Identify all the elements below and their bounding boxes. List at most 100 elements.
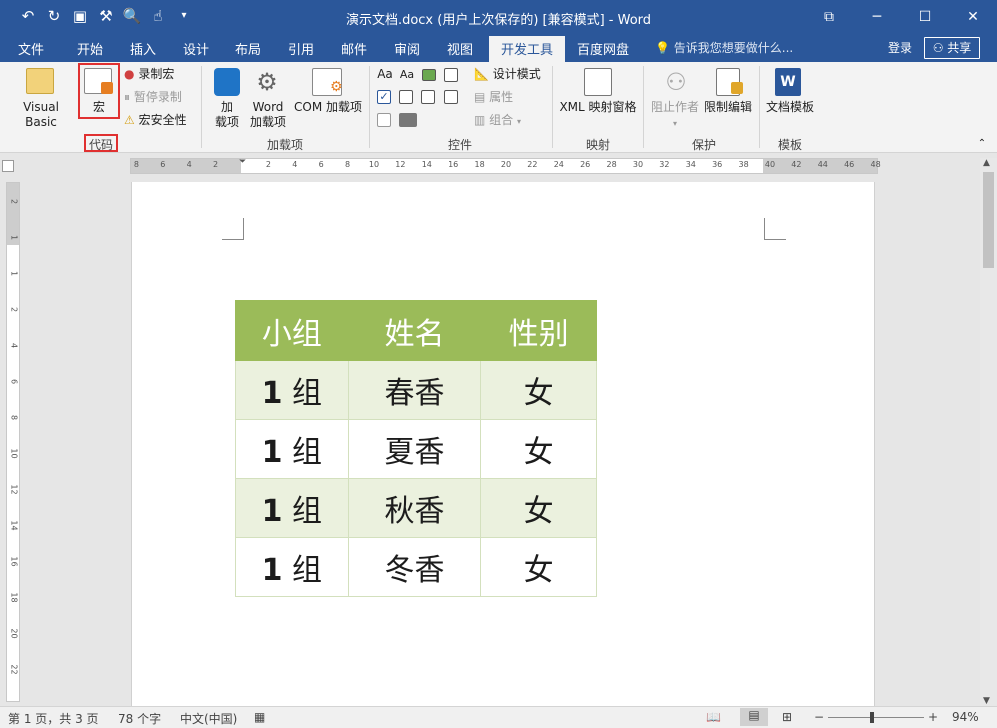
ruler-tick: 32 <box>659 160 670 169</box>
read-mode-icon[interactable]: 📖 <box>706 710 721 724</box>
tab-insert[interactable]: 插入 <box>130 39 156 58</box>
minimize-icon[interactable]: ─ <box>853 0 901 34</box>
ruler-vtick: 1 <box>9 234 19 241</box>
rich-text-control-icon[interactable]: Aa <box>376 67 394 82</box>
share-button[interactable]: ⚇ 共享 <box>924 37 980 59</box>
record-macro-button[interactable]: ● 录制宏 <box>124 67 174 82</box>
table-cell[interactable]: 1 组 <box>235 537 349 597</box>
word-addins-label-2: 加载项 <box>249 115 286 129</box>
word-addins-button[interactable]: Word 加载项 <box>246 100 290 130</box>
table-cell[interactable]: 1 组 <box>235 478 349 538</box>
visual-basic-icon <box>26 68 54 94</box>
maximize-icon[interactable]: ☐ <box>901 0 949 34</box>
scroll-down-icon[interactable]: ▼ <box>983 696 990 706</box>
login-link[interactable]: 登录 <box>888 39 912 56</box>
print-preview-icon[interactable]: 🔍 <box>122 6 142 26</box>
tab-design[interactable]: 设计 <box>183 39 209 58</box>
window-controls: ⧉ ─ ☐ ✕ <box>805 0 997 34</box>
ribbon-display-icon[interactable]: ⧉ <box>805 0 853 34</box>
pause-recording-button[interactable]: ⏸ 暂停录制 <box>124 90 182 105</box>
building-block-control-icon[interactable] <box>444 68 458 82</box>
collapse-ribbon-icon[interactable]: ⌃ <box>975 136 989 151</box>
macro-button[interactable]: 宏 <box>78 100 120 115</box>
repeating-section-icon[interactable] <box>377 113 391 127</box>
group-label-addins: 加载项 <box>266 138 303 152</box>
table-header-cell[interactable]: 姓名 <box>347 300 482 361</box>
undo-icon[interactable]: ↶ <box>18 6 38 26</box>
table-header-cell[interactable]: 小组 <box>235 300 349 361</box>
touch-mode-icon[interactable]: ☝ <box>148 6 168 26</box>
xml-mapping-pane-button[interactable]: XML 映射窗格 <box>558 100 638 115</box>
table-cell[interactable]: 1 组 <box>235 360 349 420</box>
picture-control-icon[interactable] <box>422 69 436 81</box>
group-button[interactable]: ▥ 组合 ▾ <box>474 113 521 129</box>
scroll-up-icon[interactable]: ▲ <box>983 158 990 168</box>
tab-references[interactable]: 引用 <box>288 39 314 58</box>
zoom-in-icon[interactable]: + <box>928 710 938 724</box>
legacy-tools-icon[interactable] <box>399 113 417 127</box>
tab-baidu-netdisk[interactable]: 百度网盘 <box>577 39 629 58</box>
ruler-vtick: 20 <box>9 628 19 639</box>
table-cell[interactable]: 女 <box>480 419 597 479</box>
block-authors-button[interactable]: 阻止作者 ▾ <box>650 100 700 131</box>
macro-security-button[interactable]: ⚠ 宏安全性 <box>124 113 187 128</box>
ruler-tick: 18 <box>474 160 485 169</box>
com-addins-button[interactable]: COM 加载项 <box>292 100 364 115</box>
zoom-slider-thumb[interactable] <box>870 712 874 723</box>
zoom-out-icon[interactable]: − <box>814 710 824 724</box>
table-cell[interactable]: 女 <box>480 360 597 420</box>
macro-recording-icon[interactable]: ▦ <box>254 710 265 724</box>
tab-layout[interactable]: 布局 <box>235 39 261 58</box>
plain-text-control-icon[interactable]: Aa <box>398 67 416 82</box>
tab-developer[interactable]: 开发工具 <box>489 36 566 62</box>
ruler-tick: 14 <box>421 160 432 169</box>
tab-file[interactable]: 文件 <box>18 39 44 58</box>
horizontal-ruler[interactable]: 8 6 4 2 2 4 6 8 10 12 14 16 18 20 22 24 26 28 30 32 34 36 38 40… <box>130 157 881 174</box>
tab-view[interactable]: 视图 <box>447 39 473 58</box>
word-count[interactable]: 78 个字 <box>118 710 161 727</box>
customize-icon[interactable]: ▾ <box>174 6 194 26</box>
restrict-editing-button[interactable]: 限制编辑 <box>702 100 754 115</box>
group-icon: ▥ <box>474 113 486 127</box>
vertical-scrollbar[interactable]: ▲ ▼ <box>980 158 997 706</box>
tab-review[interactable]: 审阅 <box>394 39 420 58</box>
vertical-ruler[interactable]: 2 1 1 2 4 6 8 10 12 14 16 18 20 22 <box>6 182 20 702</box>
tab-home[interactable]: 开始 <box>77 39 103 58</box>
table-cell[interactable]: 女 <box>480 478 597 538</box>
checkbox-control-icon[interactable]: ✓ <box>377 90 391 104</box>
table-cell[interactable]: 夏香 <box>347 419 482 479</box>
format-painter-icon[interactable]: ⚒ <box>96 6 116 26</box>
table-header-cell[interactable]: 性别 <box>480 300 597 361</box>
zoom-slider[interactable] <box>828 717 924 718</box>
redo-icon[interactable]: ↻ <box>44 6 64 26</box>
properties-button[interactable]: ▤ 属性 <box>474 90 513 105</box>
close-icon[interactable]: ✕ <box>949 0 997 34</box>
crop-mark-right <box>764 218 786 240</box>
document-table[interactable]: 小组 姓名 性别 1 组 春香 女 1 组 夏香 女 1 组 秋香 女 1 组 … <box>235 300 597 597</box>
language-indicator[interactable]: 中文(中国) <box>180 710 237 727</box>
table-cell[interactable]: 秋香 <box>347 478 482 538</box>
table-cell[interactable]: 春香 <box>347 360 482 420</box>
dropdown-list-control-icon[interactable] <box>421 90 435 104</box>
indent-marker-icon[interactable]: ⏷ <box>239 157 246 167</box>
date-picker-control-icon[interactable] <box>444 90 458 104</box>
web-layout-icon[interactable]: ⊞ <box>782 710 792 724</box>
tab-selector-icon[interactable] <box>2 160 14 172</box>
design-mode-button[interactable]: 📐 设计模式 <box>474 67 541 82</box>
tell-me-search[interactable]: 💡 告诉我您想要做什么... <box>655 39 793 56</box>
document-template-button[interactable]: 文档模板 <box>764 100 816 115</box>
page-count[interactable]: 第 1 页，共 3 页 <box>8 710 99 727</box>
combo-box-control-icon[interactable] <box>399 90 413 104</box>
visual-basic-button[interactable]: Visual Basic <box>6 100 76 130</box>
scrollbar-thumb[interactable] <box>983 172 994 268</box>
chevron-down-icon: ▾ <box>672 119 677 128</box>
table-cell[interactable]: 女 <box>480 537 597 597</box>
print-layout-icon[interactable]: ▤ <box>740 708 768 726</box>
table-cell[interactable]: 冬香 <box>347 537 482 597</box>
zoom-level[interactable]: 94% <box>952 710 979 724</box>
record-macro-label: 录制宏 <box>138 67 175 81</box>
addins-button[interactable]: 加载项 <box>210 100 244 130</box>
table-cell[interactable]: 1 组 <box>235 419 349 479</box>
save-icon[interactable]: ▣ <box>70 6 90 26</box>
tab-mailings[interactable]: 邮件 <box>341 39 367 58</box>
